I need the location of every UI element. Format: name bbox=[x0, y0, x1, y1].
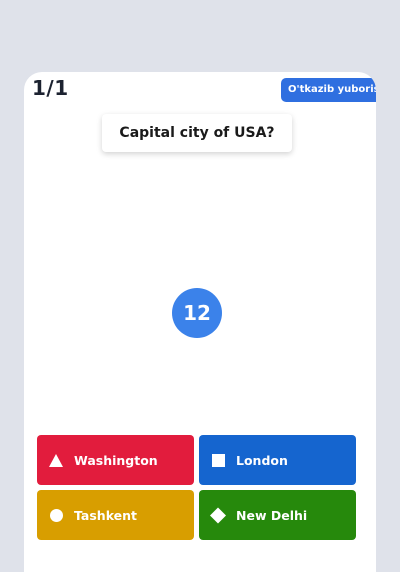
answer-option-4[interactable]: New Delhi bbox=[199, 490, 356, 540]
countdown-timer: 12 bbox=[172, 288, 222, 338]
answer-label: Washington bbox=[74, 452, 158, 468]
question-text: Capital city of USA? bbox=[102, 114, 292, 152]
answer-option-1[interactable]: Washington bbox=[37, 435, 194, 485]
triangle-icon bbox=[48, 452, 64, 468]
diamond-icon bbox=[210, 507, 226, 523]
answer-label: Tashkent bbox=[74, 507, 138, 523]
answer-option-2[interactable]: London bbox=[199, 435, 356, 485]
answer-option-3[interactable]: Tashkent bbox=[37, 490, 194, 540]
square-icon bbox=[210, 452, 226, 468]
question-counter: 1/1 bbox=[32, 76, 69, 100]
skip-button[interactable]: O'tkazib yuborish bbox=[281, 78, 376, 102]
answer-grid: Washington London Tashkent New Delhi bbox=[37, 435, 357, 541]
answer-label: London bbox=[236, 452, 288, 468]
answer-label: New Delhi bbox=[236, 507, 308, 523]
quiz-card: 1/1 O'tkazib yuborish Capital city of US… bbox=[24, 72, 376, 572]
circle-icon bbox=[48, 507, 64, 523]
